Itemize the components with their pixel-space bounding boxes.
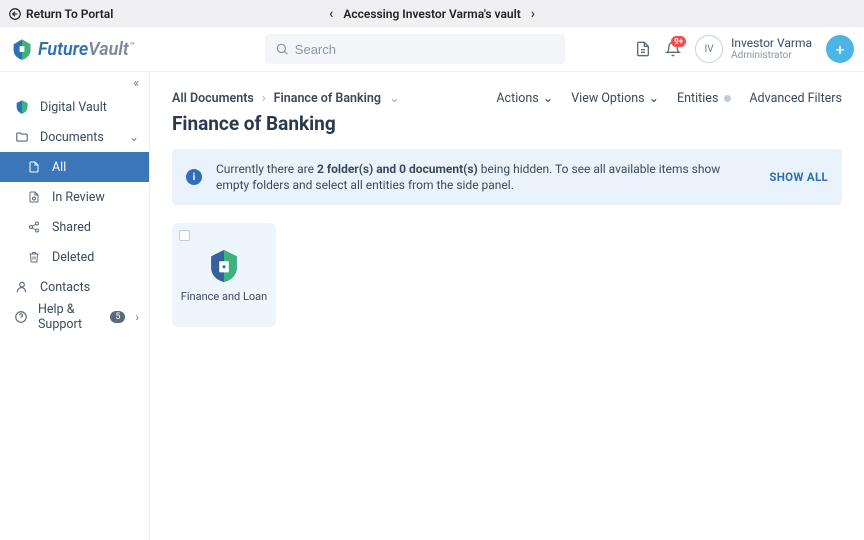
user-name: Investor Varma <box>731 37 812 50</box>
show-all-button[interactable]: SHOW ALL <box>769 170 828 184</box>
chevron-down-icon: ⌄ <box>129 130 139 144</box>
user-menu[interactable]: IV Investor Varma Administrator <box>695 35 812 63</box>
folder-shield-icon <box>208 248 240 284</box>
brand-logo[interactable]: FutureVault™ <box>10 37 135 61</box>
search-input[interactable] <box>265 34 565 64</box>
sidebar-item-deleted[interactable]: Deleted <box>0 242 149 272</box>
info-icon: i <box>186 169 202 185</box>
sidebar-item-label: Digital Vault <box>40 100 107 115</box>
sidebar-item-label: In Review <box>52 190 105 205</box>
page-title: Finance of Banking <box>172 112 842 135</box>
logo-text: FutureVault™ <box>38 39 135 60</box>
notification-badge: 9+ <box>671 36 686 47</box>
collapse-sidebar-button[interactable]: « <box>133 76 139 90</box>
sidebar-item-label: All <box>52 160 66 175</box>
notifications-button[interactable]: 9+ <box>665 41 681 57</box>
logo-icon <box>10 37 34 61</box>
folder-label: Finance and Loan <box>177 290 271 303</box>
chevron-down-icon: ⌄ <box>543 90 553 106</box>
sidebar-item-contacts[interactable]: Contacts <box>0 272 149 302</box>
user-role: Administrator <box>731 50 812 61</box>
chevron-right-icon: › <box>262 91 266 106</box>
help-badge: 5 <box>110 311 125 323</box>
breadcrumb: All Documents › Finance of Banking ⌄ <box>172 90 399 106</box>
folder-checkbox[interactable] <box>179 230 190 241</box>
document-icon <box>26 161 42 173</box>
sidebar-item-help[interactable]: Help & Support 5 › <box>0 302 149 332</box>
breadcrumb-current: Finance of Banking <box>274 91 381 106</box>
add-button[interactable]: + <box>826 35 854 63</box>
sidebar-item-label: Contacts <box>40 280 90 295</box>
shield-icon <box>14 99 30 115</box>
status-dot-icon <box>724 95 731 102</box>
return-label: Return To Portal <box>26 7 113 21</box>
sidebar-item-documents[interactable]: Documents ⌄ <box>0 122 149 152</box>
sidebar-item-all[interactable]: All <box>0 152 149 182</box>
contacts-icon <box>14 280 30 294</box>
search-icon <box>275 42 289 56</box>
share-icon <box>26 221 42 233</box>
entities-menu[interactable]: Entities <box>677 91 731 106</box>
review-icon <box>26 191 42 203</box>
avatar: IV <box>695 35 723 63</box>
return-icon <box>8 7 22 21</box>
document-icon-button[interactable] <box>635 41 651 57</box>
chevron-down-icon: ⌄ <box>649 90 659 106</box>
folder-icon <box>14 130 30 144</box>
sidebar-item-label: Shared <box>52 220 91 235</box>
sidebar-item-in-review[interactable]: In Review <box>0 182 149 212</box>
return-to-portal-link[interactable]: Return To Portal <box>8 7 113 21</box>
vault-prev-button[interactable]: ‹ <box>329 6 333 22</box>
vault-next-button[interactable]: › <box>531 6 535 22</box>
sidebar-item-shared[interactable]: Shared <box>0 212 149 242</box>
sidebar-item-label: Deleted <box>52 250 94 265</box>
actions-menu[interactable]: Actions⌄ <box>496 90 553 106</box>
sidebar-item-label: Help & Support <box>38 302 96 332</box>
breadcrumb-root[interactable]: All Documents <box>172 91 254 106</box>
trash-icon <box>26 251 42 263</box>
view-options-menu[interactable]: View Options⌄ <box>571 90 659 106</box>
sidebar-item-digital-vault[interactable]: Digital Vault <box>0 92 149 122</box>
advanced-filters-button[interactable]: Advanced Filters <box>749 91 842 106</box>
chevron-down-icon[interactable]: ⌄ <box>389 90 399 106</box>
chevron-right-icon: › <box>135 310 139 324</box>
vault-context-label: Accessing Investor Varma's vault <box>343 7 520 21</box>
info-banner: i Currently there are 2 folder(s) and 0 … <box>172 149 842 205</box>
banner-message: Currently there are 2 folder(s) and 0 do… <box>216 161 755 193</box>
help-icon <box>14 310 28 324</box>
sidebar-item-label: Documents <box>40 130 104 145</box>
folder-card[interactable]: Finance and Loan <box>172 223 276 327</box>
